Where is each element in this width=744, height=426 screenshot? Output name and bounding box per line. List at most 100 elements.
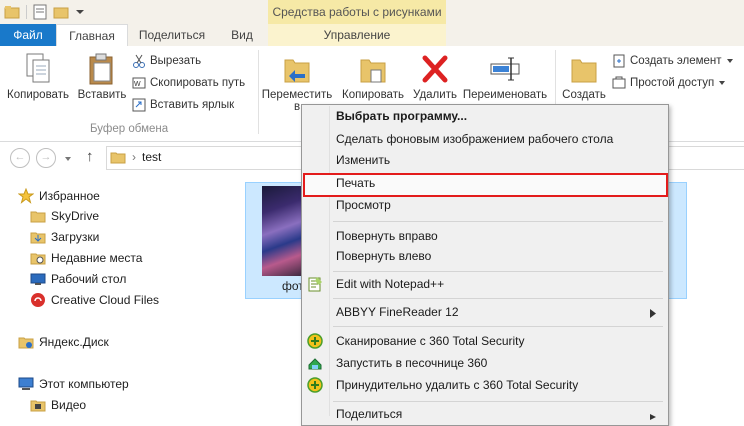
easy-access-button[interactable]: Простой доступ [612, 76, 726, 90]
new-item-label: Создать элемент [630, 55, 722, 67]
paste-label: Вставить [77, 89, 127, 101]
nav-video-label: Видео [51, 398, 87, 412]
menu-separator [333, 298, 663, 299]
copy-button[interactable]: Копировать [6, 52, 70, 101]
menu-item-set-background[interactable]: Сделать фоновым изображением рабочего ст… [336, 129, 613, 149]
creative-cloud-icon [31, 293, 45, 307]
tab-file[interactable]: Файл [0, 24, 56, 46]
up-button[interactable]: ↑ [86, 148, 94, 165]
tab-manage[interactable]: Управление [268, 24, 446, 46]
new-folder-label: Создать [562, 89, 606, 101]
nav-yandex-disk[interactable]: Яндекс.Диск [18, 332, 109, 352]
copy-icon [26, 53, 50, 83]
tab-share[interactable]: Поделиться [128, 24, 216, 46]
menu-item-scan-360[interactable]: Сканирование с 360 Total Security [336, 331, 525, 351]
nav-creative-cloud[interactable]: Creative Cloud Files [30, 290, 159, 310]
new-folder-button[interactable]: Создать [556, 52, 612, 101]
menu-item-edit[interactable]: Изменить [336, 150, 390, 170]
desktop-icon [30, 273, 46, 285]
nav-ccfiles-label: Creative Cloud Files [51, 293, 160, 307]
rename-label: Переименовать [462, 89, 548, 101]
computer-icon [18, 377, 34, 390]
folder-icon [30, 211, 46, 223]
quick-access-toolbar [4, 4, 85, 20]
cut-label: Вырезать [150, 55, 202, 67]
chevron-down-icon [719, 81, 726, 85]
menu-item-rotate-right[interactable]: Повернуть вправо [336, 226, 438, 246]
nav-recent-places[interactable]: Недавние места [30, 248, 142, 268]
qat-divider [26, 5, 27, 19]
arrow-right-icon: → [40, 151, 52, 163]
delete-label: Удалить [413, 89, 457, 101]
paste-shortcut-icon [132, 98, 146, 112]
folder-icon[interactable] [4, 5, 20, 19]
tab-home[interactable]: Главная [56, 24, 128, 48]
clipboard-group-label: Буфер обмена [90, 123, 169, 135]
chevron-down-icon [65, 157, 71, 161]
nav-favorites[interactable]: Избранное [18, 186, 100, 206]
rename-icon [490, 57, 520, 81]
recent-places-icon [30, 253, 46, 265]
nav-desktop-label: Рабочий стол [51, 272, 127, 286]
star-icon [18, 188, 34, 204]
nav-videos[interactable]: Видео [30, 395, 86, 415]
paste-shortcut-label: Вставить ярлык [150, 99, 235, 111]
paste-shortcut-button[interactable]: Вставить ярлык [132, 98, 234, 112]
easy-access-label: Простой доступ [630, 77, 715, 89]
menu-separator [333, 326, 663, 327]
cut-button[interactable]: Вырезать [132, 54, 201, 68]
nav-computer-label: Этот компьютер [39, 377, 129, 391]
menu-item-open-with[interactable]: Выбрать программу... [336, 106, 467, 126]
chevron-down-icon [726, 59, 733, 63]
new-folder-icon[interactable] [53, 5, 69, 19]
nav-this-pc[interactable]: Этот компьютер [18, 374, 129, 394]
copy-to-button[interactable]: Копировать [336, 52, 410, 101]
recent-dropdown[interactable] [64, 152, 72, 166]
copy-to-icon [360, 59, 386, 83]
nav-favorites-label: Избранное [39, 189, 100, 203]
menu-separator [333, 271, 663, 272]
menu-item-rotate-left[interactable]: Повернуть влево [336, 246, 431, 266]
menu-separator [333, 401, 663, 402]
menu-item-share[interactable]: Поделиться [336, 404, 402, 424]
breadcrumb-item[interactable]: test [142, 150, 161, 164]
move-to-icon [284, 59, 310, 83]
menu-item-sandbox-360[interactable]: Запустить в песочнице 360 [336, 353, 487, 373]
videos-folder-icon [30, 400, 46, 412]
security-360-icon [307, 333, 323, 349]
properties-icon[interactable] [33, 4, 47, 20]
nav-downloads-label: Загрузки [51, 230, 100, 244]
qat-dropdown-icon[interactable] [75, 7, 85, 17]
picture-tools-label: Средства работы с рисунками [272, 5, 442, 19]
rename-button[interactable]: Переименовать [460, 52, 550, 101]
copy-label: Копировать [7, 89, 69, 101]
paste-button[interactable]: Вставить [76, 52, 128, 101]
menu-item-delete-360[interactable]: Принудительно удалить с 360 Total Securi… [336, 375, 578, 395]
nav-desktop[interactable]: Рабочий стол [30, 269, 126, 289]
menu-gutter-divider [329, 106, 330, 416]
back-button[interactable]: ← [10, 148, 30, 168]
arrow-up-icon: ↑ [86, 148, 94, 165]
menu-item-notepad[interactable]: Edit with Notepad++ [336, 274, 444, 294]
delete-button[interactable]: Удалить [410, 52, 460, 101]
copy-to-label: Копировать [342, 89, 404, 101]
nav-skydrive-label: SkyDrive [51, 209, 100, 223]
forward-button[interactable]: → [36, 148, 56, 168]
menu-item-preview[interactable]: Просмотр [336, 195, 391, 215]
downloads-folder-icon [30, 232, 46, 244]
copy-path-button[interactable]: W Скопировать путь [132, 76, 245, 90]
menu-item-print[interactable]: Печать [336, 173, 375, 193]
nav-downloads[interactable]: Загрузки [30, 227, 99, 247]
submenu-arrow-icon [650, 307, 656, 321]
tab-view[interactable]: Вид [218, 24, 266, 46]
new-folder-icon [571, 59, 597, 83]
new-item-button[interactable]: Создать элемент [612, 54, 734, 68]
move-to-label: Переместить [261, 89, 333, 101]
breadcrumb: › test [110, 150, 161, 164]
svg-text:W: W [134, 81, 141, 88]
copy-path-icon: W [132, 77, 146, 89]
menu-item-abbyy[interactable]: ABBYY FineReader 12 [336, 302, 459, 322]
folder-icon [110, 152, 126, 164]
nav-skydrive[interactable]: SkyDrive [30, 206, 99, 226]
picture-tools-header: Средства работы с рисунками [268, 0, 446, 24]
